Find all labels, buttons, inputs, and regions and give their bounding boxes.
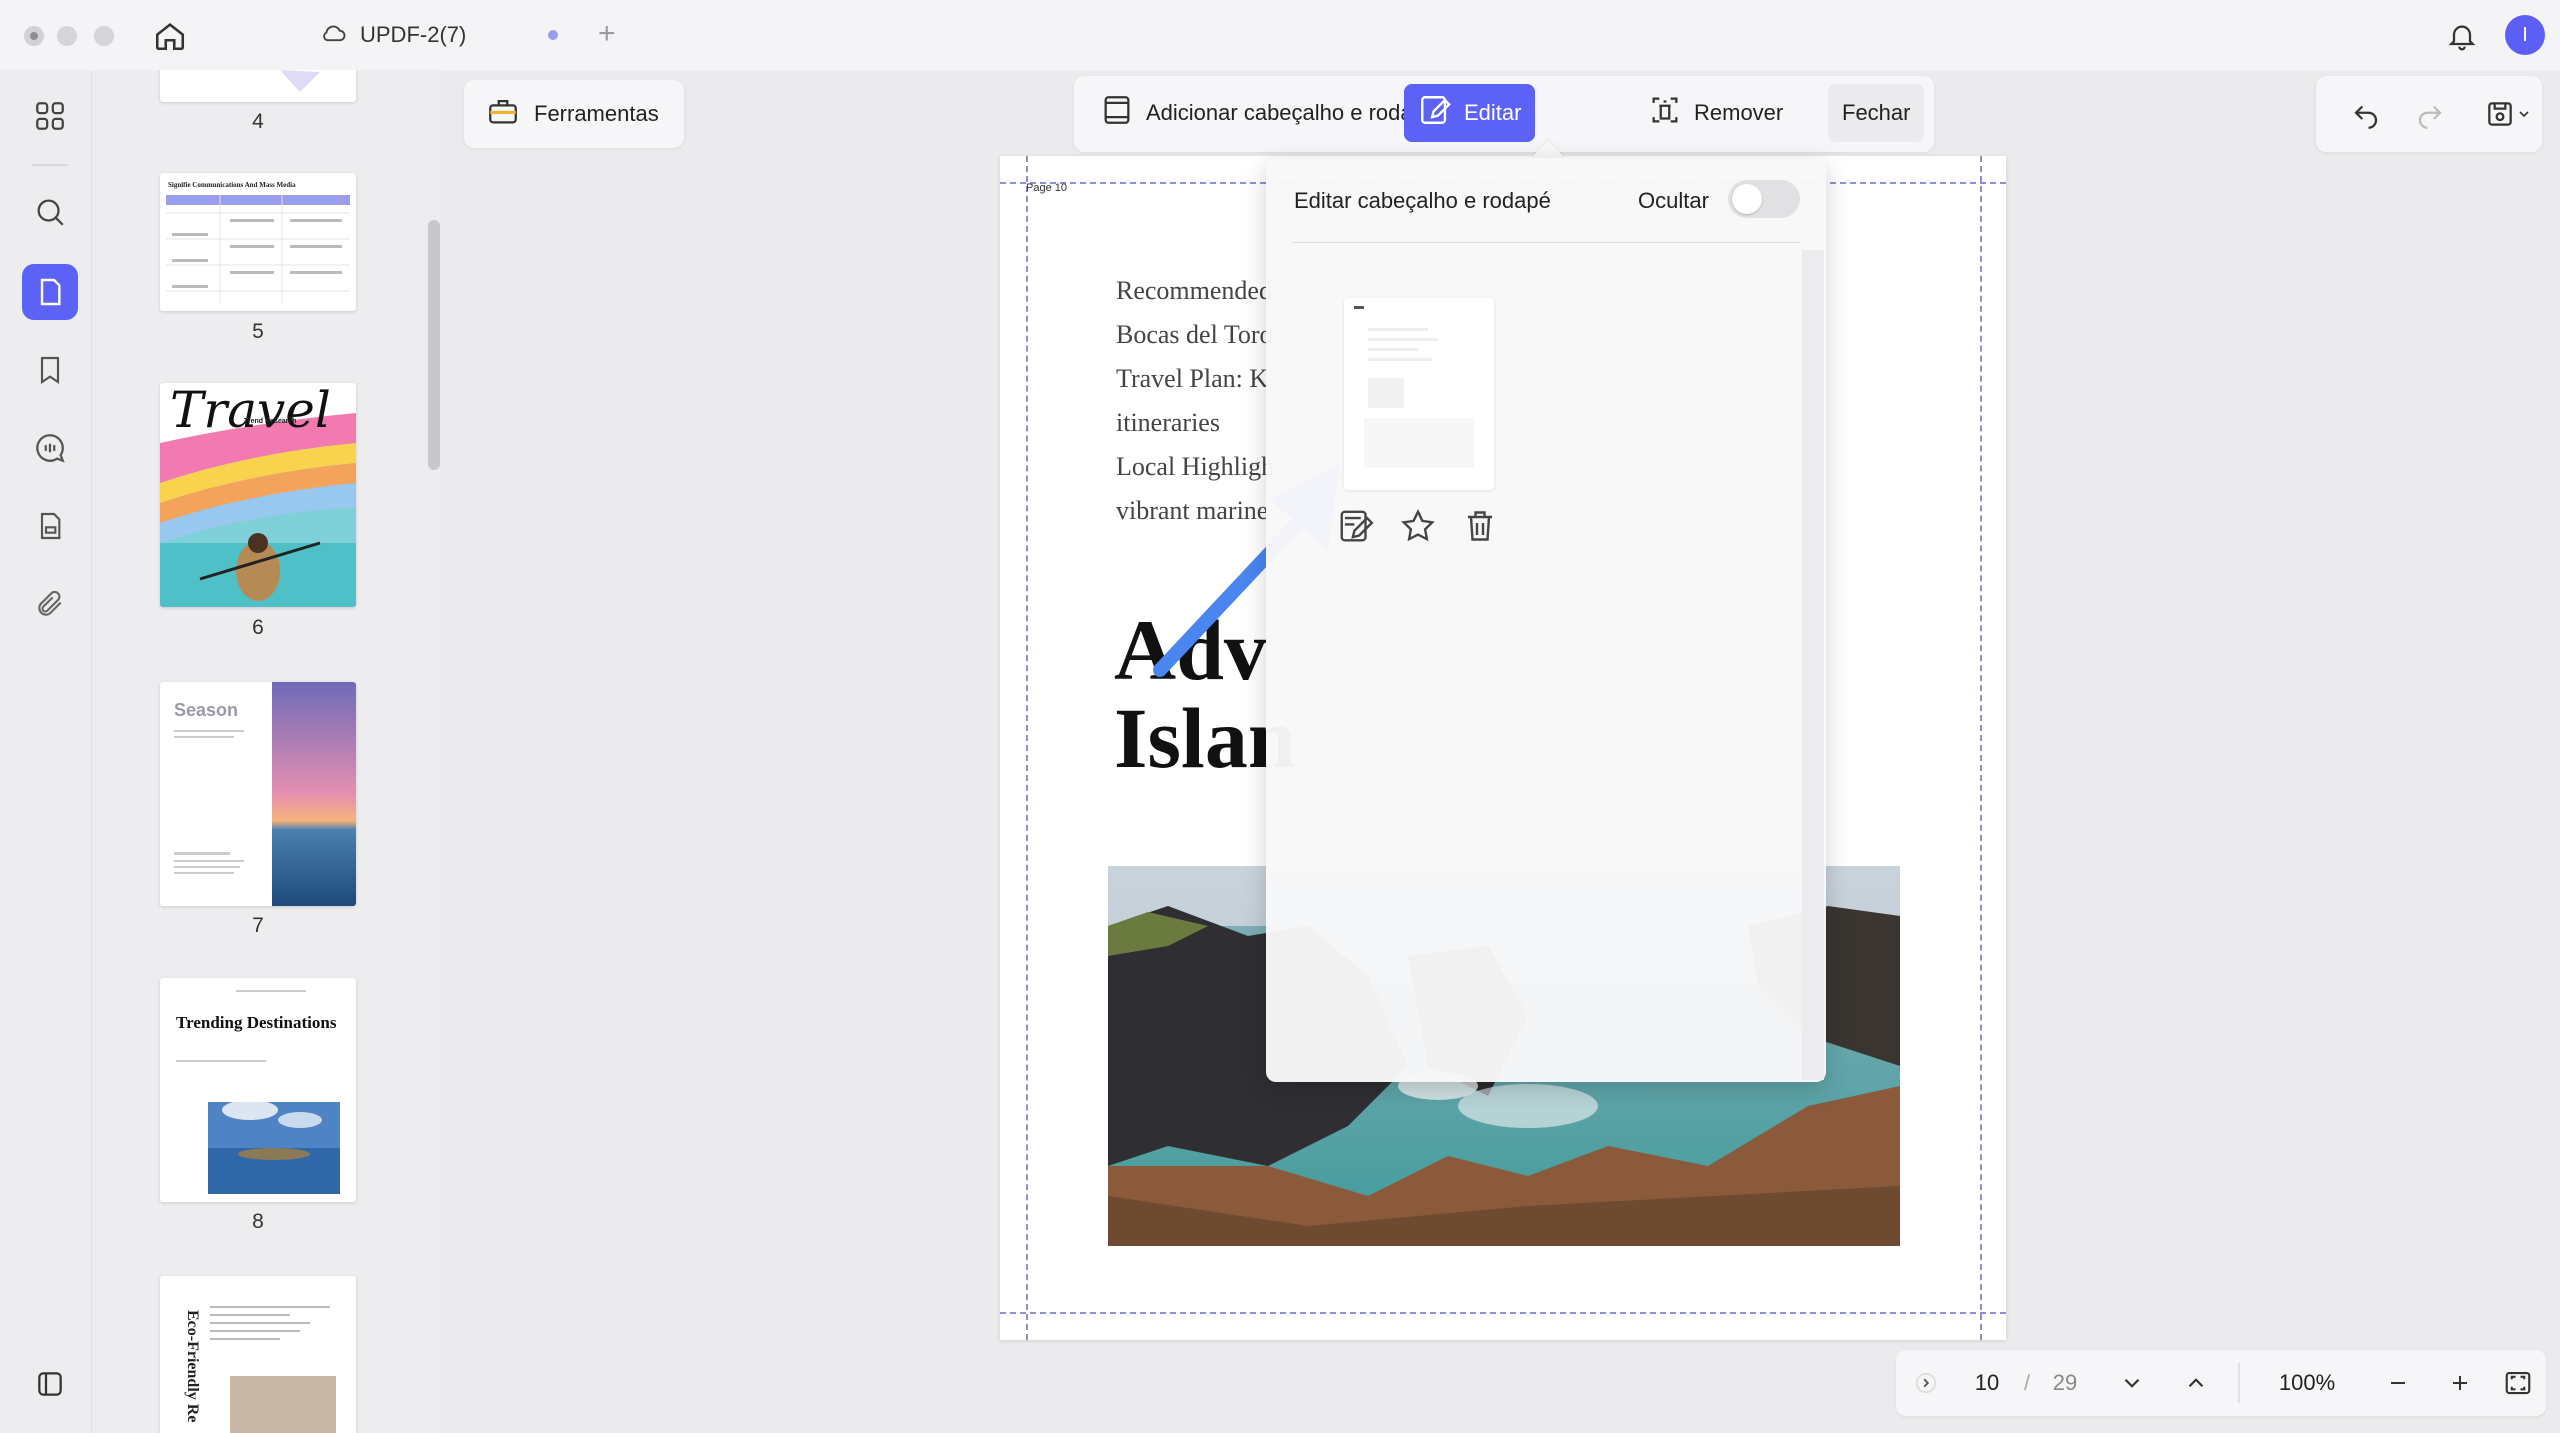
- page-text-line: itineraries: [1116, 408, 1220, 437]
- remove-label: Remover: [1694, 100, 1784, 125]
- thumbnail-page-6[interactable]: Travel Trend Research: [160, 383, 356, 607]
- window-close-button[interactable]: [24, 26, 44, 46]
- remove-button[interactable]: Remover: [1634, 84, 1797, 142]
- bell-icon[interactable]: [2442, 16, 2482, 56]
- edit-header-footer-popover: Editar cabeçalho e rodapé Ocultar: [1266, 158, 1826, 1082]
- zoom-out-icon[interactable]: [2376, 1361, 2420, 1405]
- tab-title: UPDF-2(7): [360, 22, 467, 47]
- hide-toggle[interactable]: [1728, 180, 1800, 218]
- popover-scrollbar[interactable]: [1802, 250, 1824, 1080]
- tools-label: Ferramentas: [534, 101, 659, 126]
- star-icon[interactable]: [1398, 506, 1438, 546]
- edit-template-icon[interactable]: [1336, 506, 1376, 546]
- add-header-footer-label: Adicionar cabeçalho e rodapé: [1146, 100, 1438, 125]
- window-minimize-button[interactable]: [57, 26, 77, 46]
- page-text-line: Bocas del Toro: [1116, 320, 1273, 349]
- close-button[interactable]: Fechar: [1828, 84, 1925, 142]
- comments-icon[interactable]: [22, 420, 78, 476]
- thumbnail-panel: 4 Signifie Communications And Mass Media…: [92, 70, 422, 1433]
- pages-icon[interactable]: [22, 264, 78, 320]
- redo-icon[interactable]: [2410, 94, 2450, 134]
- thumbnail-title: Season: [174, 700, 238, 720]
- thumbnail-scrollbar[interactable]: [428, 220, 440, 470]
- fit-page-icon[interactable]: [2496, 1361, 2540, 1405]
- title-bar: UPDF-2(7) + I: [0, 0, 2560, 70]
- thumbnail-number: 8: [252, 1210, 264, 1233]
- thumbnail-title: Trending Destinations: [176, 1013, 337, 1032]
- popover-divider: [1292, 242, 1800, 243]
- page-text-line: Recommended: [1116, 276, 1272, 305]
- left-rail: [0, 70, 92, 1433]
- next-page-icon[interactable]: [2110, 1361, 2154, 1405]
- thumbnail-page-5[interactable]: Signifie Communications And Mass Media: [160, 173, 356, 311]
- thumbnail-number: 4: [252, 110, 264, 133]
- edit-label: Editar: [1464, 100, 1522, 125]
- left-margin-guide: [1026, 156, 1028, 1340]
- trash-icon[interactable]: [1460, 506, 1500, 546]
- right-margin-guide: [1980, 156, 1982, 1340]
- new-tab-button[interactable]: +: [598, 14, 616, 54]
- thumbnail-number: 6: [252, 616, 264, 639]
- page-navigation-bar: 10 / 29 100%: [1896, 1350, 2546, 1416]
- remove-icon: [1648, 93, 1682, 133]
- total-pages: 29: [2052, 1370, 2078, 1395]
- window-zoom-button[interactable]: [94, 26, 114, 46]
- hide-toggle-label: Ocultar: [1638, 188, 1709, 213]
- attachment-icon[interactable]: [22, 576, 78, 632]
- thumbnail-title: Eco-Friendly Re: [184, 1310, 201, 1422]
- undo-icon[interactable]: [2346, 94, 2386, 134]
- zoom-in-icon[interactable]: [2438, 1361, 2482, 1405]
- header-page-label[interactable]: Page 10: [1026, 182, 1067, 194]
- thumbnail-page-4[interactable]: [160, 70, 356, 102]
- thumbnail-page-9[interactable]: Eco-Friendly Re: [160, 1276, 356, 1433]
- thumbnail-page-7[interactable]: Season: [160, 682, 356, 906]
- cloud-icon: [320, 20, 348, 50]
- document-tab[interactable]: UPDF-2(7): [320, 14, 466, 56]
- home-icon[interactable]: [150, 16, 190, 56]
- page-frame-icon: [1100, 93, 1134, 133]
- add-header-footer-button[interactable]: Adicionar cabeçalho e rodapé: [1086, 84, 1451, 142]
- form-icon[interactable]: [22, 498, 78, 554]
- right-toolbar: [2316, 76, 2542, 152]
- zoom-level[interactable]: 100%: [2254, 1361, 2360, 1405]
- popover-title: Editar cabeçalho e rodapé: [1294, 188, 1551, 213]
- rail-divider: [32, 164, 68, 166]
- bookmark-icon[interactable]: [22, 342, 78, 398]
- edit-icon: [1418, 93, 1452, 133]
- unsaved-indicator: [548, 30, 558, 40]
- page-separator: /: [2023, 1370, 2031, 1395]
- previous-page-icon[interactable]: [2174, 1361, 2218, 1405]
- tools-button[interactable]: Ferramentas: [464, 80, 684, 148]
- thumbnail-number: 5: [252, 320, 264, 343]
- thumbnail-number: 7: [252, 914, 264, 937]
- header-footer-toolbar: Adicionar cabeçalho e rodapé Editar Remo…: [1074, 76, 1934, 152]
- current-page-input[interactable]: 10: [1960, 1361, 2014, 1405]
- chevron-right-icon[interactable]: [1908, 1361, 1944, 1405]
- chevron-down-icon[interactable]: [2512, 94, 2536, 134]
- close-label: Fechar: [1842, 100, 1911, 125]
- search-icon[interactable]: [22, 184, 78, 240]
- template-thumbnail[interactable]: [1344, 298, 1494, 490]
- thumbnail-page-8[interactable]: Trending Destinations: [160, 978, 356, 1202]
- thumbnail-title: Travel: [170, 383, 331, 439]
- thumbnail-subtitle: Trend Research: [244, 418, 297, 425]
- toolbox-icon: [486, 94, 520, 134]
- edit-button[interactable]: Editar: [1404, 84, 1536, 142]
- footer-guide: [1000, 1312, 2006, 1314]
- thumbnail-title: Signifie Communications And Mass Media: [168, 181, 296, 189]
- avatar[interactable]: I: [2505, 15, 2545, 55]
- sidebar-settings-icon[interactable]: [30, 1364, 70, 1404]
- page-text-line: Travel Plan: K: [1116, 364, 1269, 393]
- apps-icon[interactable]: [22, 88, 78, 144]
- pager-divider: [2238, 1363, 2240, 1403]
